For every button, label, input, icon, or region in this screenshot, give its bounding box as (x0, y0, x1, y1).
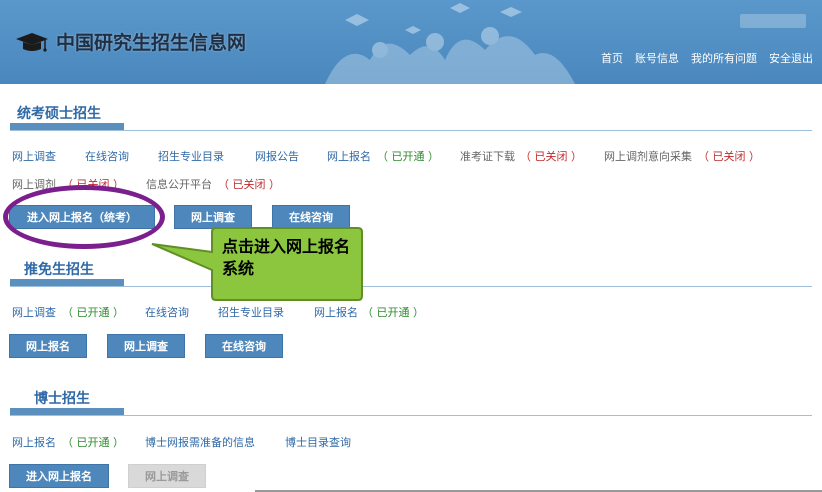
site-header: 中国研究生招生信息网 首页 账号信息 我的所有问题 安全退出 (0, 0, 822, 84)
enter-registration-boshi-button[interactable]: 进入网上报名 (9, 464, 109, 488)
section-tab-underline (10, 408, 124, 415)
link-online-registration[interactable]: 网上报名 (12, 434, 56, 450)
site-title: 中国研究生招生信息网 (56, 32, 247, 54)
section-tab-underline (10, 279, 124, 286)
link-registration-notice[interactable]: 网报公告 (255, 148, 299, 164)
highlight-ellipse (3, 185, 165, 249)
link-online-consult[interactable]: 在线咨询 (85, 148, 129, 164)
link-admission-ticket: 准考证下载 (460, 150, 515, 163)
link-doctoral-prep-info[interactable]: 博士网报需准备的信息 (145, 434, 255, 450)
section-tab-underline (10, 123, 124, 130)
graduates-decoration-icon (325, 3, 575, 84)
status-badge: （ 已开通 ） (62, 306, 124, 319)
graduation-cap-icon (16, 32, 48, 52)
section-divider (10, 415, 812, 416)
status-badge: （ 已关闭 ） (218, 178, 280, 191)
blurred-region (740, 14, 806, 28)
top-nav: 首页 账号信息 我的所有问题 安全退出 (601, 50, 813, 66)
link-major-catalog[interactable]: 招生专业目录 (218, 304, 284, 320)
link-online-consult[interactable]: 在线咨询 (145, 304, 189, 320)
nav-home[interactable]: 首页 (601, 50, 623, 66)
link-online-survey[interactable]: 网上调查 (12, 148, 56, 164)
online-survey-button[interactable]: 网上调查 (107, 334, 185, 358)
section-title-boshi: 博士招生 (34, 391, 90, 407)
online-survey-button-disabled: 网上调查 (128, 464, 206, 488)
online-consult-button[interactable]: 在线咨询 (205, 334, 283, 358)
callout-text: 点击进入网上报名系统 (222, 237, 351, 278)
nav-my-questions[interactable]: 我的所有问题 (691, 50, 757, 66)
nav-logout[interactable]: 安全退出 (769, 50, 813, 66)
online-registration-button[interactable]: 网上报名 (9, 334, 87, 358)
nav-account-info[interactable]: 账号信息 (635, 50, 679, 66)
status-badge: （ 已开通 ） (362, 306, 424, 319)
section-divider (10, 286, 812, 287)
status-badge: （ 已关闭 ） (698, 150, 760, 163)
link-online-survey[interactable]: 网上调查 (12, 304, 56, 320)
status-badge: （ 已关闭 ） (520, 150, 582, 163)
link-info-disclosure: 信息公开平台 (146, 178, 212, 191)
link-online-registration[interactable]: 网上报名 (327, 148, 371, 164)
link-major-catalog[interactable]: 招生专业目录 (158, 148, 224, 164)
link-online-registration[interactable]: 网上报名 (314, 304, 358, 320)
section-title-tongkao: 统考硕士招生 (17, 106, 101, 122)
link-adjustment-intent: 网上调剂意向采集 (604, 150, 692, 163)
status-badge: （ 已开通 ） (377, 150, 439, 163)
section-divider (10, 130, 812, 131)
status-badge: （ 已开通 ） (62, 436, 124, 449)
link-doctoral-catalog-query[interactable]: 博士目录查询 (285, 434, 351, 450)
section-title-tuimian: 推免生招生 (24, 262, 94, 278)
site-brand[interactable]: 中国研究生招生信息网 (14, 28, 246, 55)
